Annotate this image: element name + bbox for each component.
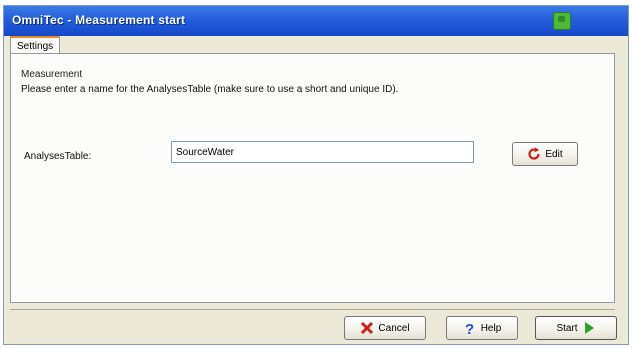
x-icon [360,321,374,335]
analysestable-label: AnalysesTable: [24,151,92,162]
svg-text:?: ? [465,321,474,335]
help-button[interactable]: ? Help [446,316,518,340]
group-label-measurement: Measurement [21,69,83,80]
play-arrow-icon [582,321,596,335]
start-button-label: Start [556,322,578,334]
window-title: OmniTec - Measurement start [12,13,186,27]
refresh-icon [527,147,541,161]
question-mark-icon: ? [463,321,477,335]
edit-button-label: Edit [545,148,563,160]
tab-settings[interactable]: Settings [10,36,61,54]
footer-bar [10,309,615,337]
title-bar[interactable]: OmniTec - Measurement start [4,6,628,36]
start-button[interactable]: Start [535,316,617,340]
help-button-label: Help [480,322,502,334]
cancel-button[interactable]: Cancel [344,316,426,340]
tab-label: Settings [17,41,54,52]
edit-button[interactable]: Edit [512,142,578,166]
instruction-text: Please enter a name for the AnalysesTabl… [21,84,399,95]
cancel-button-label: Cancel [378,322,410,334]
analysestable-input[interactable] [171,141,474,163]
app-icon [553,12,571,30]
